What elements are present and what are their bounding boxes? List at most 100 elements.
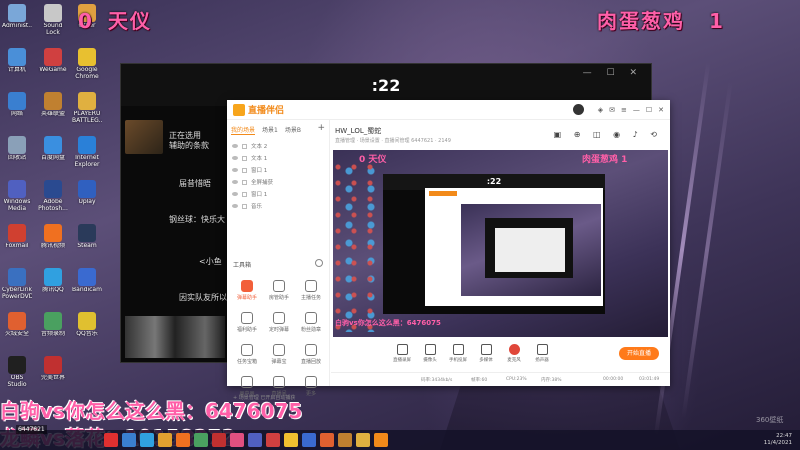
desktop-icon[interactable]: Adobe Photosh...: [38, 180, 68, 212]
taskbar-app-icon[interactable]: [320, 433, 334, 447]
desktop-icon[interactable]: OBS Studio: [2, 356, 32, 388]
toolbox-item[interactable]: 弹幕助手: [231, 278, 263, 306]
taskbar-app-icon[interactable]: [176, 433, 190, 447]
taskbar-app-icon[interactable]: [374, 433, 388, 447]
toolbar-button[interactable]: 手机投屏: [445, 344, 471, 363]
toolbox-item[interactable]: 福利助手: [231, 310, 263, 338]
toolbar-button[interactable]: 多媒体: [473, 344, 499, 363]
taskbar-app-icon[interactable]: [230, 433, 244, 447]
desktop-icon[interactable]: PLAYERU BATTLEG...: [72, 92, 102, 124]
lock-icon[interactable]: [242, 179, 247, 185]
source-item[interactable]: 窗口 1: [232, 164, 324, 176]
taskbar-app-icon[interactable]: [212, 433, 226, 447]
eye-icon[interactable]: [232, 192, 238, 196]
desktop-icon-label: 音频录制: [40, 331, 65, 337]
desktop-icon[interactable]: WeGame: [38, 48, 68, 80]
taskbar-app-icon[interactable]: [338, 433, 352, 447]
desktop-icon[interactable]: QQ音乐: [72, 312, 102, 344]
desktop-icon[interactable]: Windows Media: [2, 180, 32, 212]
more-options-icon[interactable]: [315, 259, 323, 267]
app-icon: [8, 48, 26, 66]
toolbar-button[interactable]: 扬声器: [529, 344, 555, 363]
tool-label: 粉丝勋章: [300, 327, 321, 333]
tab-scene-b[interactable]: 场景B: [285, 125, 301, 135]
close-icon[interactable]: ✕: [658, 106, 664, 114]
lock-icon[interactable]: [242, 203, 247, 209]
taskbar-app-icon[interactable]: [158, 433, 172, 447]
taskbar-app-icon[interactable]: [302, 433, 316, 447]
lock-icon[interactable]: [242, 191, 247, 197]
desktop-icon[interactable]: Bandicam: [72, 268, 102, 300]
source-item[interactable]: 全屏捕获: [232, 176, 324, 188]
desktop-icon-label: 火绒安全: [4, 331, 29, 337]
taskbar-app-icon[interactable]: [140, 433, 154, 447]
toolbox-item[interactable]: 弹幕宝: [263, 342, 295, 370]
desktop-icon[interactable]: 腾讯QQ: [38, 268, 68, 300]
desktop-icon[interactable]: 网络: [2, 92, 32, 124]
desktop-icon[interactable]: 音频录制: [38, 312, 68, 344]
menu-icon[interactable]: ≡: [621, 106, 627, 114]
lock-icon[interactable]: [242, 155, 247, 161]
desktop-icon[interactable]: Sound Lock: [38, 4, 68, 36]
taskbar-app-icon[interactable]: [266, 433, 280, 447]
desktop-icon[interactable]: CyberLink PowerDVD: [2, 268, 32, 300]
taskbar-app-icon[interactable]: [194, 433, 208, 447]
add-scene-button[interactable]: +: [317, 124, 325, 135]
eye-icon[interactable]: [232, 204, 238, 208]
live-companion-app[interactable]: 直播伴侣 ◈ ✉ ≡ — ☐ ✕ 我的场景 场景1 场景B + 文本 2 文本 1…: [227, 100, 670, 401]
taskbar-app-icon[interactable]: [122, 433, 136, 447]
lock-icon[interactable]: [242, 167, 247, 173]
toolbox-item[interactable]: 粉丝勋章: [295, 310, 327, 338]
desktop-icon[interactable]: Google Chrome: [72, 48, 102, 80]
shirt-icon[interactable]: ◈: [598, 106, 603, 114]
desktop-icon[interactable]: Administ...: [2, 4, 32, 36]
eye-icon[interactable]: [232, 168, 238, 172]
desktop-icon[interactable]: 完美世界: [38, 356, 68, 388]
stream-preview[interactable]: 0 天仪 肉蛋葱鸡 1 :22 白驹vs你怎么这么黑：6476075: [333, 150, 668, 337]
eye-icon[interactable]: [232, 156, 238, 160]
desktop-icon[interactable]: 计算机: [2, 48, 32, 80]
minimize-icon[interactable]: —: [633, 106, 640, 114]
maximize-icon[interactable]: ☐: [646, 106, 652, 114]
taskbar-app-icon[interactable]: [104, 433, 118, 447]
source-item[interactable]: 文本 1: [232, 152, 324, 164]
desktop-icon[interactable]: 英雄联盟: [38, 92, 68, 124]
lock-icon[interactable]: [242, 143, 247, 149]
toolbar-button[interactable]: 麦克风: [501, 344, 527, 363]
source-item[interactable]: 窗口 1: [232, 188, 324, 200]
avatar[interactable]: [572, 104, 584, 115]
tab-my-scene[interactable]: 我的场景: [231, 125, 256, 135]
eye-icon[interactable]: [232, 144, 238, 148]
taskbar-app-icon[interactable]: [356, 433, 370, 447]
desktop-icon[interactable]: Steam: [72, 224, 102, 256]
eye-icon[interactable]: [232, 180, 238, 184]
taskbar-app-icon[interactable]: [284, 433, 298, 447]
desktop-icon[interactable]: 腾讯视频: [38, 224, 68, 256]
window-controls[interactable]: — ☐ ✕: [583, 68, 643, 78]
desktop-icon[interactable]: 回收站: [2, 136, 32, 168]
toolbar-button[interactable]: 直播录屏: [389, 344, 415, 363]
source-item[interactable]: 文本 2: [232, 140, 324, 152]
viewer-count: 6447621: [16, 425, 47, 434]
source-item[interactable]: 音乐: [232, 200, 324, 212]
desktop-icon[interactable]: Uplay: [72, 180, 102, 212]
toolbox-item[interactable]: 定时弹幕: [263, 310, 295, 338]
desktop-icon[interactable]: 百度网盘: [38, 136, 68, 168]
desktop-icon[interactable]: Foxmail: [2, 224, 32, 256]
desktop-icon-label: 英雄联盟: [40, 111, 65, 117]
taskbar-app-icon[interactable]: [248, 433, 262, 447]
taskbar-clock[interactable]: 22:47 11/4/2021: [764, 433, 792, 447]
toolbar-button[interactable]: 摄像头: [417, 344, 443, 363]
app-icon: [78, 268, 96, 286]
toolbox-item[interactable]: 任务宝箱: [231, 342, 263, 370]
tab-scene-1[interactable]: 场景1: [262, 125, 278, 135]
toolbox-item[interactable]: 房管助手: [263, 278, 295, 306]
mail-icon[interactable]: ✉: [609, 106, 615, 114]
toolbox-item[interactable]: 直播回放: [295, 342, 327, 370]
desktop-icon[interactable]: 火绒安全: [2, 312, 32, 344]
overlay-left-team: 0 天仪: [78, 5, 152, 34]
toolbox-item[interactable]: 主播任务: [295, 278, 327, 306]
go-live-button[interactable]: 开始直播: [619, 347, 659, 360]
desktop-icon[interactable]: Internet Explorer: [72, 136, 102, 168]
room-action-icons[interactable]: ▣ ⊕ ◫ ◉ ♪ ⟲: [554, 130, 662, 139]
